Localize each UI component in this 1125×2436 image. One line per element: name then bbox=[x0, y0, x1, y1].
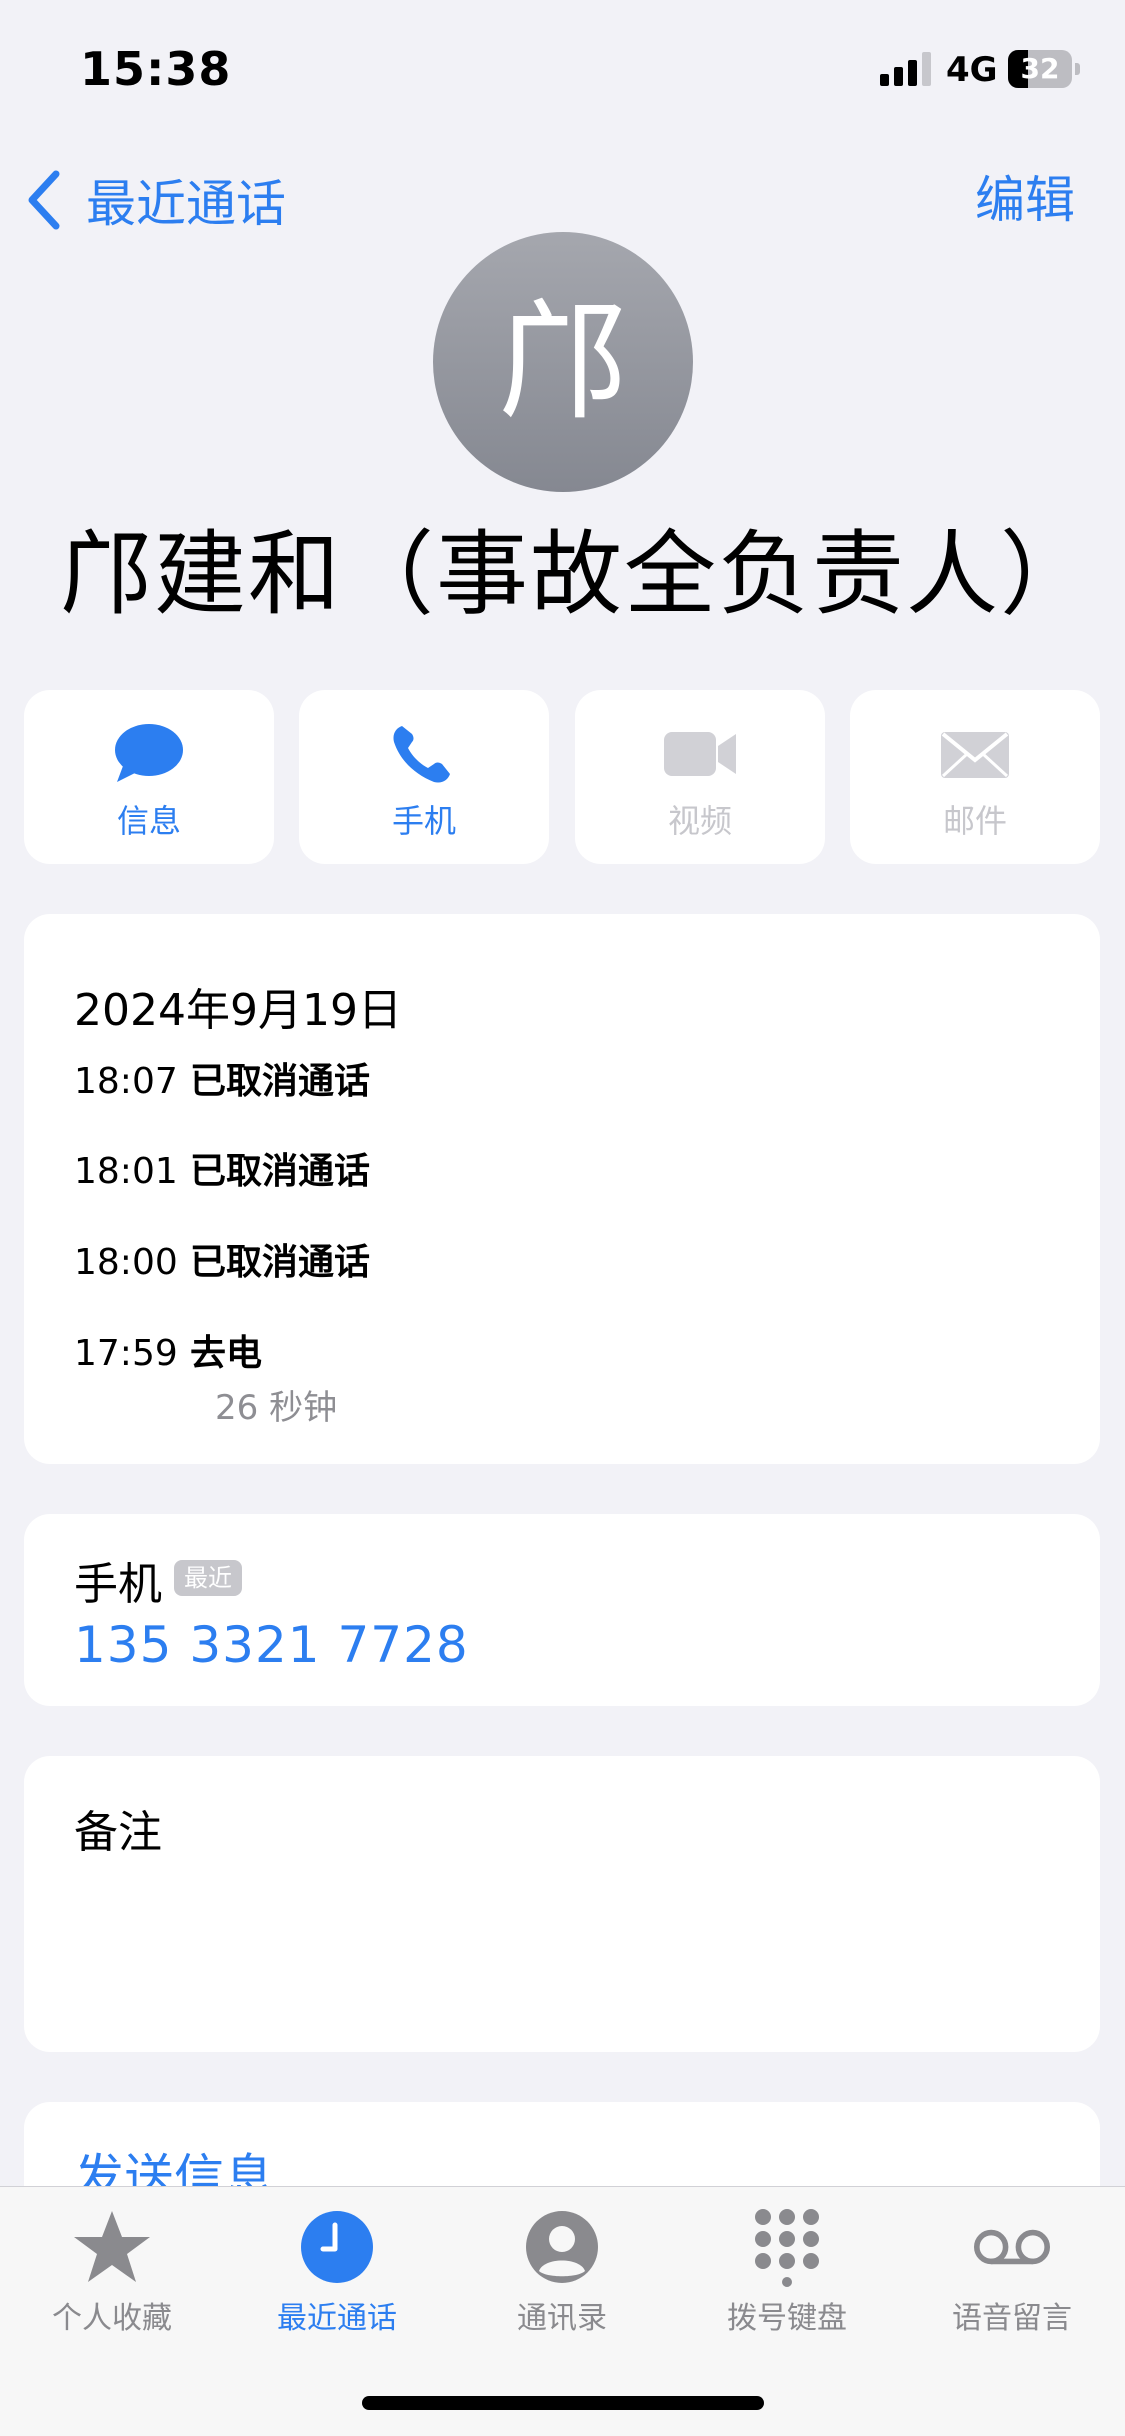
status-bar: 15:38 4G 32 bbox=[0, 0, 1125, 140]
call-history-row: 18:01 已取消通话 bbox=[74, 1142, 1074, 1202]
chevron-left-icon bbox=[28, 170, 60, 230]
clock-icon bbox=[301, 2211, 373, 2283]
call-time: 18:00 bbox=[74, 1242, 178, 1283]
tab-label: 个人收藏 bbox=[52, 2301, 172, 2336]
contact-detail-screen: 15:38 4G 32 最近通话 编辑 邝 邝建和（事故全负责人） 信息 手机 … bbox=[0, 0, 1125, 2436]
edit-button[interactable]: 编辑 bbox=[975, 160, 1075, 240]
keypad-icon bbox=[755, 2209, 819, 2287]
call-time: 18:01 bbox=[74, 1151, 178, 1192]
contact-name: 邝建和（事故全负责人） bbox=[60, 521, 1095, 628]
tab-label: 最近通话 bbox=[277, 2301, 397, 2336]
signal-strength-icon bbox=[880, 52, 931, 86]
video-button[interactable]: 视频 bbox=[575, 690, 825, 864]
tab-voicemail[interactable]: 语音留言 bbox=[912, 2207, 1112, 2347]
tab-recents[interactable]: 最近通话 bbox=[237, 2207, 437, 2347]
back-button[interactable]: 最近通话 bbox=[24, 160, 286, 240]
tab-label: 通讯录 bbox=[517, 2301, 607, 2336]
call-history-date: 2024年9月19日 bbox=[74, 985, 402, 1036]
battery-icon: 32 bbox=[1008, 50, 1080, 88]
call-button-label: 手机 bbox=[391, 802, 456, 840]
message-bubble-icon bbox=[115, 724, 183, 782]
quick-actions: 信息 手机 视频 邮件 bbox=[24, 690, 1100, 864]
message-button-label: 信息 bbox=[116, 802, 181, 840]
phone-icon bbox=[393, 726, 450, 783]
video-camera-icon bbox=[664, 732, 736, 776]
avatar: 邝 bbox=[433, 232, 693, 492]
call-status: 已取消通话 bbox=[190, 1242, 371, 1283]
tab-label: 语音留言 bbox=[952, 2301, 1072, 2336]
call-history-row: 18:00 已取消通话 bbox=[74, 1233, 1074, 1293]
call-history-row: 18:07 已取消通话 bbox=[74, 1052, 1074, 1112]
home-indicator[interactable] bbox=[362, 2396, 764, 2410]
call-history-row: 17:59 去电 26 秒钟 bbox=[74, 1324, 1074, 1428]
mail-button-label: 邮件 bbox=[942, 802, 1007, 840]
star-icon bbox=[74, 2211, 150, 2282]
call-status: 已取消通话 bbox=[190, 1151, 371, 1192]
tab-favorites[interactable]: 个人收藏 bbox=[12, 2207, 212, 2347]
video-button-label: 视频 bbox=[667, 802, 732, 840]
phone-number-card[interactable]: 手机 最近 135 3321 7728 bbox=[24, 1514, 1100, 1706]
tab-keypad[interactable]: 拨号键盘 bbox=[687, 2207, 887, 2347]
mail-button[interactable]: 邮件 bbox=[850, 690, 1100, 864]
network-type: 4G bbox=[946, 50, 998, 90]
back-label: 最近通话 bbox=[86, 175, 286, 233]
mail-icon bbox=[941, 732, 1009, 778]
voicemail-icon bbox=[974, 2229, 1050, 2265]
phone-label: 手机 bbox=[74, 1559, 162, 1610]
notes-card[interactable]: 备注 bbox=[24, 1756, 1100, 2052]
call-button[interactable]: 手机 bbox=[299, 690, 549, 864]
message-button[interactable]: 信息 bbox=[24, 690, 274, 864]
call-history-card: 2024年9月19日 18:07 已取消通话 18:01 已取消通话 18:00… bbox=[24, 914, 1100, 1464]
phone-number[interactable]: 135 3321 7728 bbox=[74, 1616, 469, 1674]
tab-label: 拨号键盘 bbox=[727, 2301, 847, 2336]
person-circle-icon bbox=[526, 2211, 598, 2283]
call-duration: 26 秒钟 bbox=[215, 1388, 338, 1428]
notes-label: 备注 bbox=[74, 1807, 162, 1858]
call-time: 18:07 bbox=[74, 1061, 178, 1102]
battery-level: 32 bbox=[1020, 52, 1060, 85]
recent-badge: 最近 bbox=[174, 1560, 242, 1596]
call-status: 去电 bbox=[190, 1333, 263, 1374]
status-time: 15:38 bbox=[80, 42, 232, 96]
call-time: 17:59 bbox=[74, 1333, 178, 1374]
call-status: 已取消通话 bbox=[190, 1061, 371, 1102]
tab-contacts[interactable]: 通讯录 bbox=[462, 2207, 662, 2347]
